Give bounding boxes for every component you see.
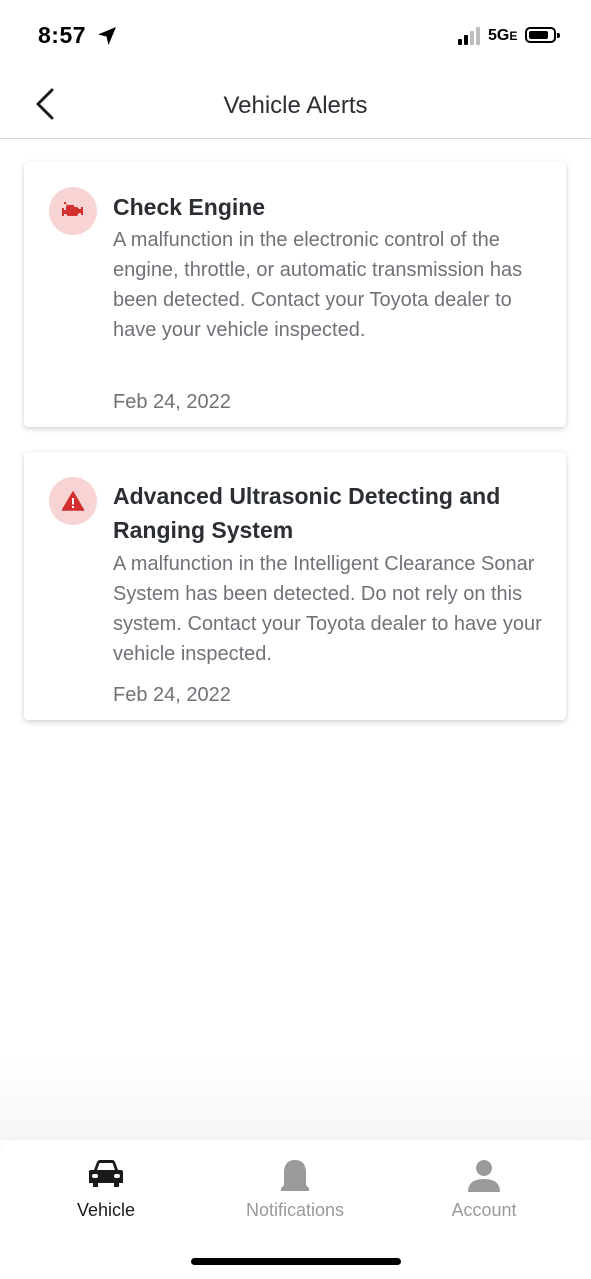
- alert-description: A malfunction in the electronic control …: [113, 229, 523, 341]
- alert-title: Check Engine: [113, 194, 266, 220]
- check-engine-icon: [62, 202, 83, 216]
- alert-icon-badge: [49, 477, 97, 525]
- alert-icon-badge: [49, 187, 97, 235]
- alert-card-ultrasonic-system[interactable]: Advanced Ultrasonic Detecting and Rangin…: [24, 452, 566, 720]
- bell-icon: [281, 1160, 309, 1191]
- tab-label: Account: [451, 1200, 517, 1220]
- status-time: 8:57: [38, 22, 87, 48]
- person-icon: [468, 1160, 500, 1192]
- tab-notifications[interactable]: Notifications: [215, 1140, 375, 1235]
- header: Vehicle Alerts: [0, 70, 591, 139]
- car-icon: [89, 1160, 123, 1187]
- bottom-fade: [0, 1060, 591, 1140]
- alert-title: Advanced Ultrasonic Detecting and Rangin…: [113, 483, 501, 543]
- cellular-signal-icon: [458, 27, 484, 45]
- location-arrow-icon: [98, 27, 116, 45]
- page-title: Vehicle Alerts: [223, 92, 368, 119]
- tab-account[interactable]: Account: [404, 1140, 564, 1235]
- alert-card-check-engine[interactable]: Check Engine A malfunction in the electr…: [24, 162, 566, 427]
- alert-description: A malfunction in the Intelligent Clearan…: [113, 553, 542, 665]
- status-bar: 8:57 5GE: [0, 0, 591, 70]
- battery-icon: [525, 27, 560, 43]
- alert-date: Feb 24, 2022: [113, 391, 231, 413]
- warning-triangle-icon: [61, 491, 85, 511]
- tab-vehicle[interactable]: Vehicle: [26, 1140, 186, 1235]
- network-indicator: 5GE: [488, 27, 518, 44]
- alert-date: Feb 24, 2022: [113, 684, 231, 706]
- tab-label: Notifications: [245, 1200, 345, 1220]
- tab-label: Vehicle: [76, 1200, 136, 1220]
- home-indicator: [191, 1258, 401, 1265]
